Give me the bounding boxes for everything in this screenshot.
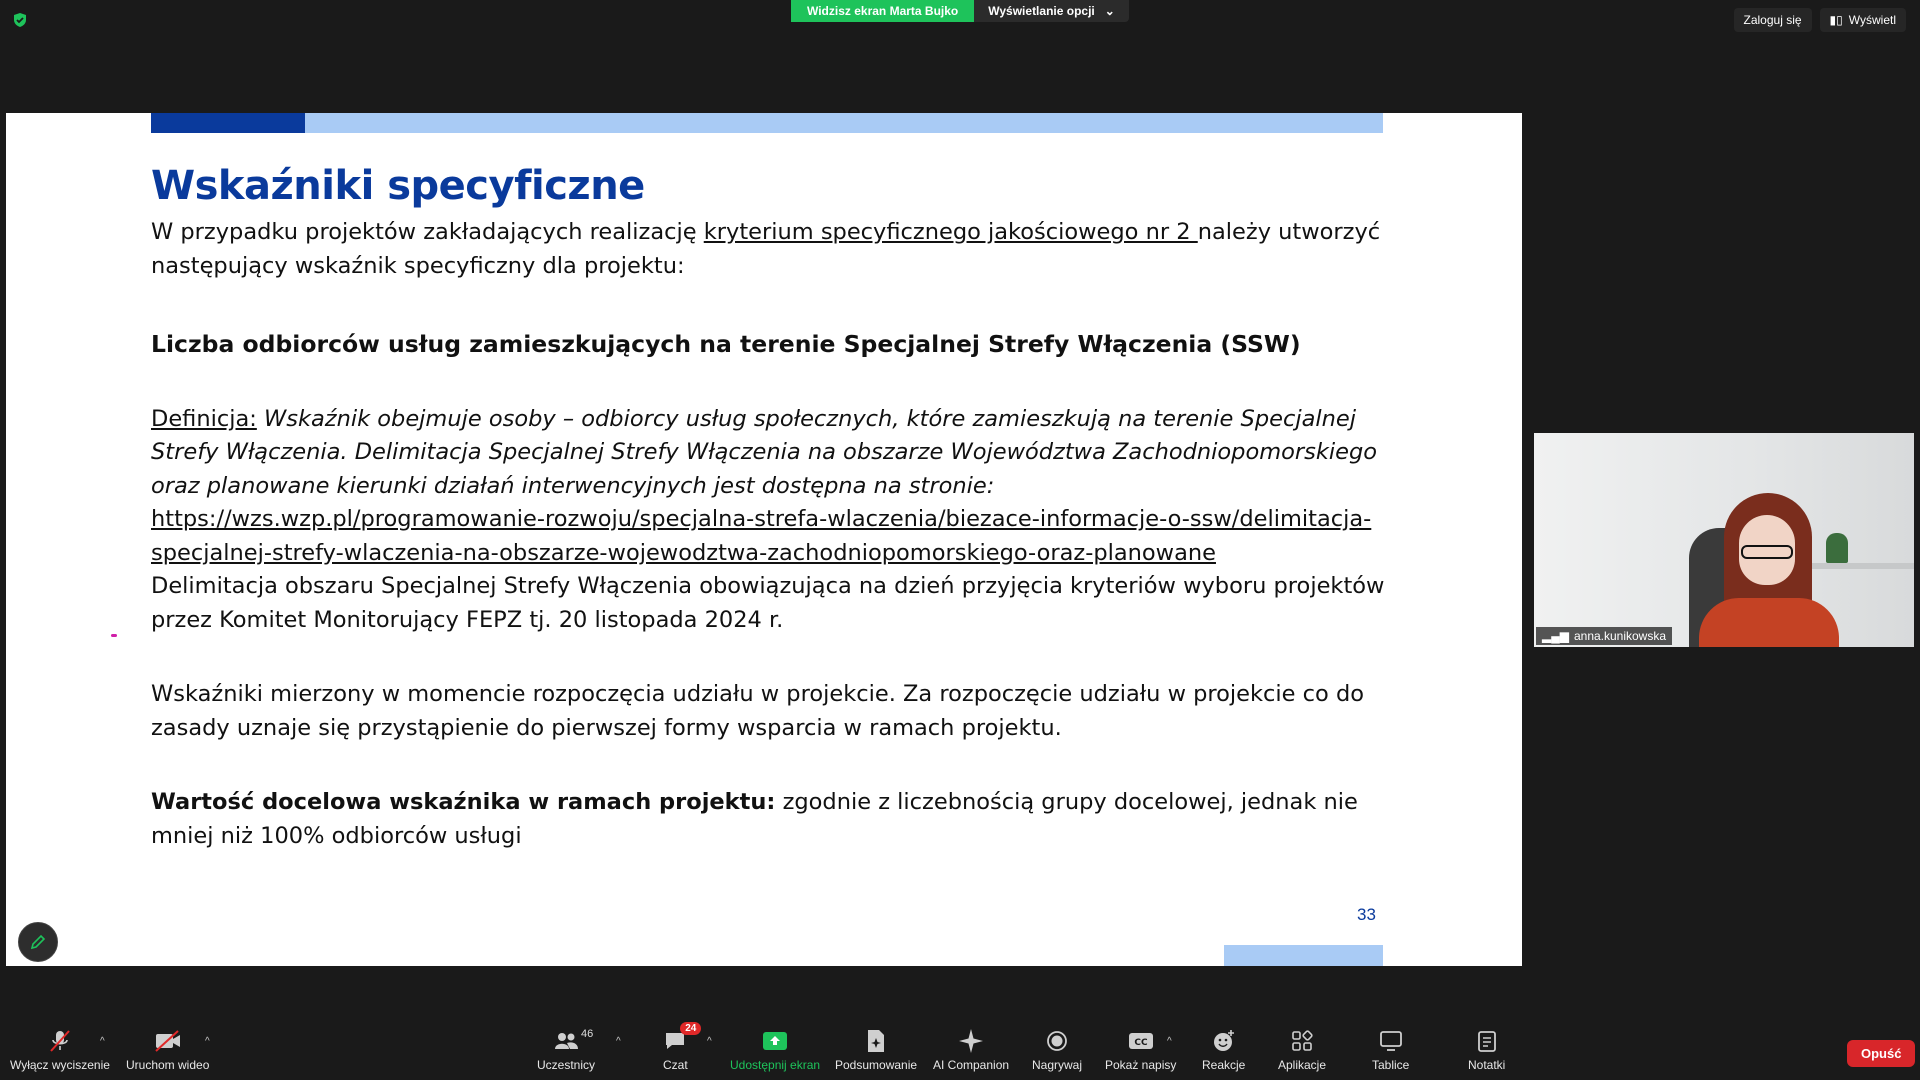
chat-button[interactable]: 24 Czat [663,1022,702,1072]
video-label: Uruchom wideo [126,1058,210,1072]
signal-icon: ▂▄▆ [1542,629,1569,643]
participant-name-tag: ▂▄▆ anna.kunikowska [1536,627,1673,645]
closed-captions-icon: CC [1128,1033,1153,1049]
ai-companion-label: AI Companion [933,1058,1010,1072]
svg-text:CC: CC [1134,1038,1148,1048]
indicator-name: Liczba odbiorców usług zamieszkujących n… [151,330,1301,358]
apps-label: Aplikacje [1278,1058,1327,1072]
notes-label: Notatki [1468,1058,1506,1072]
chat-unread-badge: 24 [680,1022,702,1035]
mute-label: Wyłącz wyciszenie [10,1058,110,1072]
slide-header-bar-light [305,113,1383,133]
view-options-button[interactable]: Wyświetlanie opcji ⌄ [974,0,1129,22]
view-button[interactable]: ▮▯ Wyświetl [1819,8,1906,32]
laser-pointer-mark [111,634,117,637]
reaction-smiley-icon [1213,1030,1234,1051]
video-button[interactable]: Uruchom wideo [126,1028,209,1072]
share-screen-icon [763,1032,788,1050]
target-paragraph: Wartość docelowa wskaźnika w ramach proj… [151,786,1391,853]
definition-text: Wskaźnik obejmuje osoby – odbiorcy usług… [151,405,1378,499]
participant-video-tile[interactable]: ▂▄▆ anna.kunikowska [1534,433,1914,647]
reactions-button[interactable]: Reakcje [1202,1028,1245,1072]
view-label: Wyświetl [1848,13,1896,27]
slide-footer-bar [1224,945,1383,966]
meeting-toolbar: Wyłącz wyciszenie ^ Uruchom wideo ^ 46 U… [0,1020,1920,1080]
notes-button[interactable]: Notatki [1468,1028,1505,1072]
video-person-glasses [1741,545,1793,559]
video-plant [1826,533,1848,563]
criterion-link[interactable]: kryterium specyficznego jakościowego nr … [704,219,1198,245]
measurement-note: Wskaźniki mierzony w momencie rozpoczęci… [151,681,1365,741]
whiteboards-button[interactable]: Tablice [1372,1028,1409,1072]
slide-header-bar-dark [151,113,305,133]
whiteboards-label: Tablice [1372,1058,1410,1072]
target-label: Wartość docelowa wskaźnika w ramach proj… [151,789,776,815]
participants-options-caret[interactable]: ^ [616,1036,621,1047]
sign-in-label: Zaloguj się [1743,13,1802,27]
intro-prefix: W przypadku projektów zakładających real… [151,219,704,245]
chevron-down-icon: ⌄ [1104,4,1115,18]
definition-url-line2[interactable]: specjalnej-strefy-wlaczenia-na-obszarze-… [151,540,1216,566]
page-number: 33 [1357,905,1376,924]
annotate-button[interactable] [18,922,58,962]
participants-icon [555,1033,578,1049]
captions-options-caret[interactable]: ^ [1167,1036,1172,1047]
definition-url-line1[interactable]: https://wzs.wzp.pl/programowanie-rozwoju… [151,506,1371,532]
captions-label: Pokaż napisy [1105,1058,1177,1072]
reactions-label: Reakcje [1202,1058,1246,1072]
summary-icon [868,1030,885,1052]
leave-button[interactable]: Opuść [1847,1040,1916,1067]
chat-label: Czat [663,1058,688,1072]
participant-name: anna.kunikowska [1573,629,1667,643]
view-options-label: Wyświetlanie opcji [988,4,1095,18]
shield-icon[interactable] [12,12,28,28]
record-button[interactable]: Nagrywaj [1032,1028,1082,1072]
pencil-icon [30,934,46,950]
participants-label: Uczestnicy [537,1058,596,1072]
summary-label: Podsumowanie [835,1058,918,1072]
mute-button[interactable]: Wyłącz wyciszenie [10,1028,110,1072]
chat-options-caret[interactable]: ^ [707,1036,712,1047]
slide-title: Wskaźniki specyficzne [151,163,645,209]
definition-paragraph: Definicja: Wskaźnik obejmuje osoby – odb… [151,403,1391,504]
definition-url[interactable]: https://wzs.wzp.pl/programowanie-rozwoju… [151,503,1391,570]
definition-label: Definicja: [151,405,257,432]
notes-icon [1477,1031,1496,1052]
share-screen-label: Udostępnij ekran [730,1058,821,1072]
video-person-body [1699,598,1839,647]
whiteboard-icon [1379,1031,1402,1051]
video-options-caret[interactable]: ^ [205,1036,210,1047]
delimitation-note: Delimitacja obszaru Specjalnej Strefy Wł… [151,573,1385,633]
sparkle-icon [959,1029,984,1053]
share-banner-label: Widzisz ekran Marta Bujko [791,0,975,22]
apps-grid-icon [1292,1030,1313,1051]
meeting-top-bar: Widzisz ekran Marta Bujko Wyświetlanie o… [0,0,1920,40]
participants-count: 46 [581,1028,594,1040]
intro-paragraph: W przypadku projektów zakładających real… [151,216,1391,283]
mute-options-caret[interactable]: ^ [100,1036,105,1047]
summary-button[interactable]: Podsumowanie [835,1028,917,1072]
microphone-muted-icon [50,1030,70,1052]
screen-share-banner: Widzisz ekran Marta Bujko Wyświetlanie o… [791,0,1129,22]
captions-button[interactable]: CC Pokaż napisy [1105,1028,1176,1072]
ai-companion-button[interactable]: AI Companion [933,1028,1009,1072]
slide-content: W przypadku projektów zakładających real… [151,216,1391,853]
layout-icon: ▮▯ [1829,13,1843,27]
record-label: Nagrywaj [1032,1058,1083,1072]
share-screen-button[interactable]: Udostępnij ekran [730,1028,820,1072]
video-off-icon [155,1030,180,1052]
participants-button[interactable]: 46 Uczestnicy [537,1028,595,1072]
sign-in-button[interactable]: Zaloguj się [1733,8,1812,32]
record-icon [1047,1031,1067,1051]
shared-slide: Wskaźniki specyficzne W przypadku projek… [6,113,1522,966]
apps-button[interactable]: Aplikacje [1278,1028,1326,1072]
